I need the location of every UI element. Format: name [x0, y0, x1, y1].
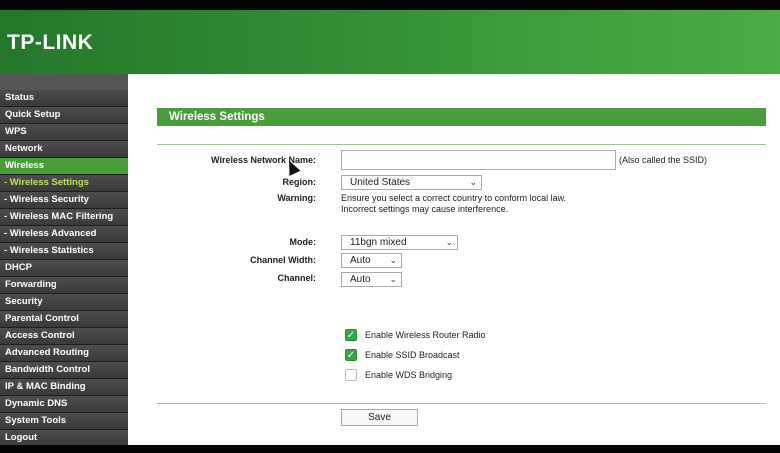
chevron-down-icon: ⌄	[445, 237, 453, 247]
sidebar-item-wireless[interactable]: Wireless	[0, 158, 128, 175]
sidebar-item-wps[interactable]: WPS	[0, 124, 128, 141]
sidebar-menu: Status Quick Setup WPS Network Wireless - Wir…	[0, 90, 128, 445]
sidebar-item-wireless-security[interactable]: - Wireless Security	[0, 192, 128, 209]
warning-label: Warning:	[277, 193, 316, 203]
sidebar: Status Quick Setup WPS Network Wireless - Wir…	[0, 74, 128, 445]
warning-line-1: Ensure you select a correct country to c…	[341, 193, 567, 203]
divider-top	[157, 144, 766, 145]
channel-width-value: Auto	[350, 255, 371, 266]
sidebar-item-quick-setup[interactable]: Quick Setup	[0, 107, 128, 124]
browser-frame: TP-LINK Status Quick Setup WPS Network Wirel…	[0, 0, 780, 453]
sidebar-item-wireless-statistics[interactable]: - Wireless Statistics	[0, 243, 128, 260]
sidebar-item-dynamic-dns[interactable]: Dynamic DNS	[0, 396, 128, 413]
sidebar-item-access-control[interactable]: Access Control	[0, 328, 128, 345]
divider-bottom	[157, 403, 766, 404]
ssid-broadcast-checkbox[interactable]: ✓	[345, 349, 357, 361]
bottom-bar	[0, 445, 780, 453]
section-title: Wireless Settings	[157, 108, 766, 126]
sidebar-item-bandwidth-control[interactable]: Bandwidth Control	[0, 362, 128, 379]
channel-select[interactable]: Auto ⌄	[341, 272, 402, 287]
sidebar-item-wireless-settings[interactable]: - Wireless Settings	[0, 175, 128, 192]
sidebar-item-dhcp[interactable]: DHCP	[0, 260, 128, 277]
region-label: Region:	[282, 177, 317, 187]
check-icon: ✓	[346, 330, 356, 341]
chevron-down-icon: ⌄	[469, 177, 477, 187]
tp-link-logo: TP-LINK	[7, 31, 94, 54]
top-bar	[0, 0, 780, 10]
chevron-down-icon: ⌄	[389, 255, 397, 265]
channel-value: Auto	[350, 274, 371, 285]
check-icon: ✓	[346, 350, 356, 361]
sidebar-item-ip-mac-binding[interactable]: IP & MAC Binding	[0, 379, 128, 396]
sidebar-item-wireless-advanced[interactable]: - Wireless Advanced	[0, 226, 128, 243]
sidebar-item-system-tools[interactable]: System Tools	[0, 413, 128, 430]
wireless-radio-checkbox[interactable]: ✓	[345, 329, 357, 341]
ssid-broadcast-label: Enable SSID Broadcast	[365, 350, 460, 360]
channel-width-select[interactable]: Auto ⌄	[341, 253, 402, 268]
warning-line-2: Incorrect settings may cause interferenc…	[341, 204, 509, 214]
sidebar-item-security[interactable]: Security	[0, 294, 128, 311]
ssid-note: (Also called the SSID)	[619, 155, 708, 165]
wireless-radio-label: Enable Wireless Router Radio	[365, 330, 486, 340]
channel-label: Channel:	[277, 273, 316, 283]
wds-bridging-label: Enable WDS Bridging	[365, 370, 453, 380]
channel-width-label: Channel Width:	[250, 255, 316, 265]
sidebar-item-logout[interactable]: Logout	[0, 430, 128, 445]
region-select[interactable]: United States ⌄	[341, 175, 482, 190]
header: TP-LINK	[0, 10, 780, 74]
ssid-input[interactable]	[341, 150, 616, 170]
mode-select[interactable]: 11bgn mixed ⌄	[341, 235, 458, 250]
wds-bridging-checkbox[interactable]	[345, 369, 357, 381]
mode-label: Mode:	[289, 237, 317, 247]
sidebar-item-wireless-mac-filtering[interactable]: - Wireless MAC Filtering	[0, 209, 128, 226]
sidebar-item-network[interactable]: Network	[0, 141, 128, 158]
region-value: United States	[350, 177, 411, 188]
sidebar-item-advanced-routing[interactable]: Advanced Routing	[0, 345, 128, 362]
save-button[interactable]: Save	[341, 409, 418, 426]
main-content: Wireless Settings Wireless Network Name:…	[128, 74, 780, 445]
sidebar-item-parental-control[interactable]: Parental Control	[0, 311, 128, 328]
chevron-down-icon: ⌄	[389, 274, 397, 284]
sidebar-item-status[interactable]: Status	[0, 90, 128, 107]
mode-value: 11bgn mixed	[350, 237, 407, 248]
sidebar-item-forwarding[interactable]: Forwarding	[0, 277, 128, 294]
